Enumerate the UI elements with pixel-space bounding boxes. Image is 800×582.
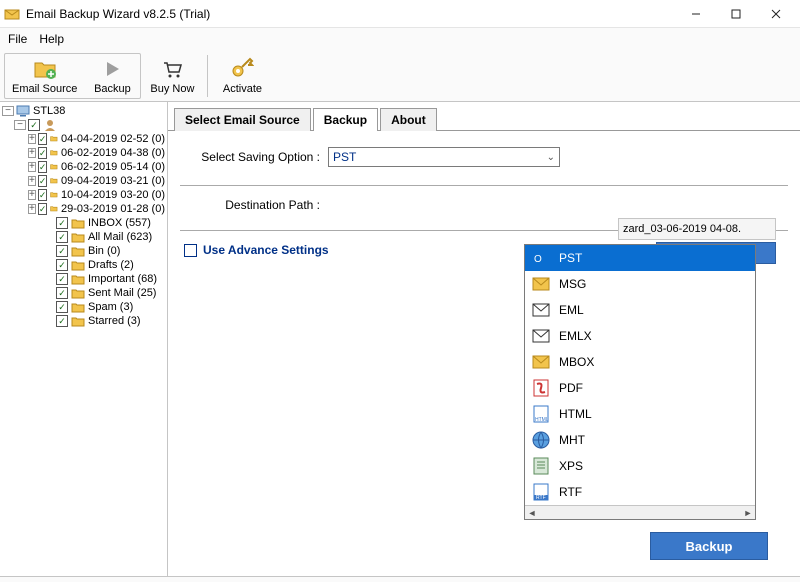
eml-icon (531, 300, 551, 320)
computer-icon (16, 105, 30, 117)
cart-icon (160, 57, 184, 81)
statusbar (0, 576, 800, 582)
tree-item[interactable]: ✓Important (68) (0, 272, 167, 286)
folder-icon (71, 301, 85, 313)
backup-button[interactable]: Backup (84, 54, 140, 98)
mht-icon (531, 430, 551, 450)
separator (180, 185, 788, 186)
menu-help[interactable]: Help (39, 32, 64, 46)
saving-option-dropdown[interactable]: OPSTMSGEMLEMLXMBOXPDFHTMLHTMLMHTXPSRTFRT… (524, 244, 756, 520)
tree-item[interactable]: +✓04-04-2019 02-52 (0) (0, 132, 167, 146)
folder-icon (50, 133, 58, 145)
tree-item[interactable]: ✓Bin (0) (0, 244, 167, 258)
folder-tree[interactable]: −STL38 −✓ +✓04-04-2019 02-52 (0)+✓06-02-… (0, 102, 168, 576)
scroll-right-icon[interactable]: ► (741, 506, 755, 519)
tree-item[interactable]: ✓Spam (3) (0, 300, 167, 314)
option-xps[interactable]: XPS (525, 453, 755, 479)
tab-about[interactable]: About (380, 108, 437, 131)
svg-text:RTF: RTF (536, 495, 546, 501)
rtf-icon: RTF (531, 482, 551, 502)
pst-icon: O (531, 248, 551, 268)
folder-icon (50, 161, 58, 173)
tab-select-source[interactable]: Select Email Source (174, 108, 311, 131)
svg-text:HTML: HTML (535, 417, 549, 423)
minimize-button[interactable] (676, 2, 716, 26)
toolbar-divider (207, 55, 208, 97)
mbox-icon (531, 352, 551, 372)
buy-now-button[interactable]: Buy Now (143, 54, 201, 98)
titlebar: Email Backup Wizard v8.2.5 (Trial) (0, 0, 800, 28)
maximize-button[interactable] (716, 2, 756, 26)
folder-icon (50, 203, 58, 215)
folder-icon (71, 273, 85, 285)
svg-text:O: O (534, 254, 542, 265)
destination-label: Destination Path : (184, 198, 320, 212)
folder-icon (71, 259, 85, 271)
activate-button[interactable]: Activate (214, 54, 270, 98)
folder-icon (71, 245, 85, 257)
backup-action-button[interactable]: Backup (650, 532, 768, 560)
msg-icon (531, 274, 551, 294)
email-source-button[interactable]: Email Source (5, 54, 84, 98)
tree-item[interactable]: +✓10-04-2019 03-20 (0) (0, 188, 167, 202)
advance-label: Use Advance Settings (203, 243, 329, 257)
folder-icon (50, 175, 58, 187)
folder-icon (71, 315, 85, 327)
scroll-left-icon[interactable]: ◄ (525, 506, 539, 519)
option-emlx[interactable]: EMLX (525, 323, 755, 349)
folder-icon (71, 217, 85, 229)
tree-item[interactable]: +✓06-02-2019 04-38 (0) (0, 146, 167, 160)
tree-root[interactable]: −STL38 (0, 104, 167, 118)
emlx-icon (531, 326, 551, 346)
folder-icon (50, 189, 58, 201)
folder-icon (71, 287, 85, 299)
user-icon (43, 119, 57, 131)
saving-option-combo[interactable]: PST ⌄ (328, 147, 560, 167)
tree-item[interactable]: +✓06-02-2019 05-14 (0) (0, 160, 167, 174)
folder-icon (50, 147, 58, 159)
folder-icon (71, 231, 85, 243)
tree-item[interactable]: +✓09-04-2019 03-21 (0) (0, 174, 167, 188)
tree-item[interactable]: ✓All Mail (623) (0, 230, 167, 244)
tree-account[interactable]: −✓ (0, 118, 167, 132)
horizontal-scrollbar[interactable]: ◄ ► (525, 505, 755, 519)
tab-backup[interactable]: Backup (313, 108, 378, 131)
pdf-icon (531, 378, 551, 398)
menu-file[interactable]: File (8, 32, 27, 46)
window-title: Email Backup Wizard v8.2.5 (Trial) (26, 7, 676, 21)
advance-checkbox[interactable] (184, 244, 197, 257)
option-html[interactable]: HTMLHTML (525, 401, 755, 427)
content-panel: Select Email Source Backup About Select … (168, 102, 800, 576)
folder-plus-icon (33, 57, 57, 81)
tree-item[interactable]: ✓Sent Mail (25) (0, 286, 167, 300)
tree-item[interactable]: ✓Starred (3) (0, 314, 167, 328)
tree-item[interactable]: +✓29-03-2019 01-28 (0) (0, 202, 167, 216)
play-icon (100, 57, 124, 81)
option-pst[interactable]: OPST (525, 245, 755, 271)
option-rtf[interactable]: RTFRTF (525, 479, 755, 505)
option-msg[interactable]: MSG (525, 271, 755, 297)
tree-item[interactable]: ✓Drafts (2) (0, 258, 167, 272)
option-mht[interactable]: MHT (525, 427, 755, 453)
tree-item[interactable]: ✓INBOX (557) (0, 216, 167, 230)
html-icon: HTML (531, 404, 551, 424)
destination-path-field[interactable]: zard_03-06-2019 04-08. (618, 218, 776, 240)
toolbar: Email Source Backup Buy Now Activate (0, 50, 800, 102)
saving-option-label: Select Saving Option : (184, 150, 320, 164)
close-button[interactable] (756, 2, 796, 26)
chevron-down-icon: ⌄ (547, 152, 555, 163)
app-icon (4, 6, 20, 22)
option-mbox[interactable]: MBOX (525, 349, 755, 375)
option-pdf[interactable]: PDF (525, 375, 755, 401)
option-eml[interactable]: EML (525, 297, 755, 323)
menubar: File Help (0, 28, 800, 50)
key-icon (230, 57, 254, 81)
xps-icon (531, 456, 551, 476)
